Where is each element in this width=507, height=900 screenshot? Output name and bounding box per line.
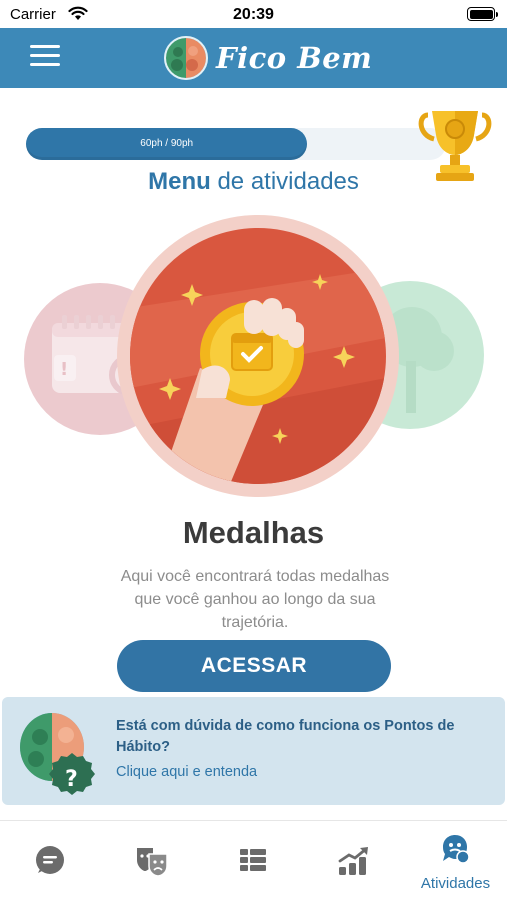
theater-masks-icon xyxy=(137,848,168,877)
chat-icon xyxy=(36,846,64,874)
tab-list[interactable] xyxy=(202,821,303,900)
activity-description: Aqui você encontrará todas medalhas que … xyxy=(120,568,390,631)
help-question: Está com dúvida de como funciona os Pont… xyxy=(116,718,455,755)
habit-points-help-card[interactable]: ? Está com dúvida de como funciona os Po… xyxy=(2,697,505,805)
activity-title: Medalhas xyxy=(182,515,325,550)
app-header: Fico Bem xyxy=(0,28,507,88)
menu-title-rest: de atividades xyxy=(210,168,359,195)
access-button[interactable]: ACESSAR xyxy=(117,640,391,692)
tab-emotions[interactable] xyxy=(101,821,202,900)
list-grid-icon xyxy=(240,849,266,871)
progress-text: 60ph / 90ph xyxy=(140,138,194,149)
medals-activity-card[interactable] xyxy=(130,228,386,484)
menu-title-bold: Menu xyxy=(148,168,211,195)
hamburger-menu-icon[interactable] xyxy=(30,45,60,69)
help-link[interactable]: Clique aqui e entenda xyxy=(116,764,257,780)
medal-fist-illustration xyxy=(130,268,386,484)
tab-progress[interactable] xyxy=(303,821,404,900)
clock: 20:39 xyxy=(233,6,274,23)
activities-menu-title: Menu de atividades xyxy=(0,168,507,196)
bottom-tab-bar: Atividades xyxy=(0,820,507,900)
svg-text:!: ! xyxy=(60,359,68,380)
brain-question-icon: ? xyxy=(20,713,95,795)
growth-chart-icon xyxy=(338,847,368,875)
tab-chat[interactable] xyxy=(0,821,101,900)
app-name: Fico Bem xyxy=(216,41,373,75)
status-bar: Carrier 20:39 xyxy=(0,0,507,28)
app-logo: Fico Bem xyxy=(162,30,372,86)
tab-activities-label: Atividades xyxy=(420,875,491,892)
svg-text:?: ? xyxy=(65,767,78,792)
tab-activities[interactable]: Atividades xyxy=(405,821,506,900)
habit-points-progress-bar: 60ph / 90ph xyxy=(26,128,446,160)
activities-carousel[interactable]: ! xyxy=(0,215,507,500)
brain-logo-icon xyxy=(164,36,208,80)
activities-icon xyxy=(443,835,470,864)
battery-icon xyxy=(467,7,498,21)
